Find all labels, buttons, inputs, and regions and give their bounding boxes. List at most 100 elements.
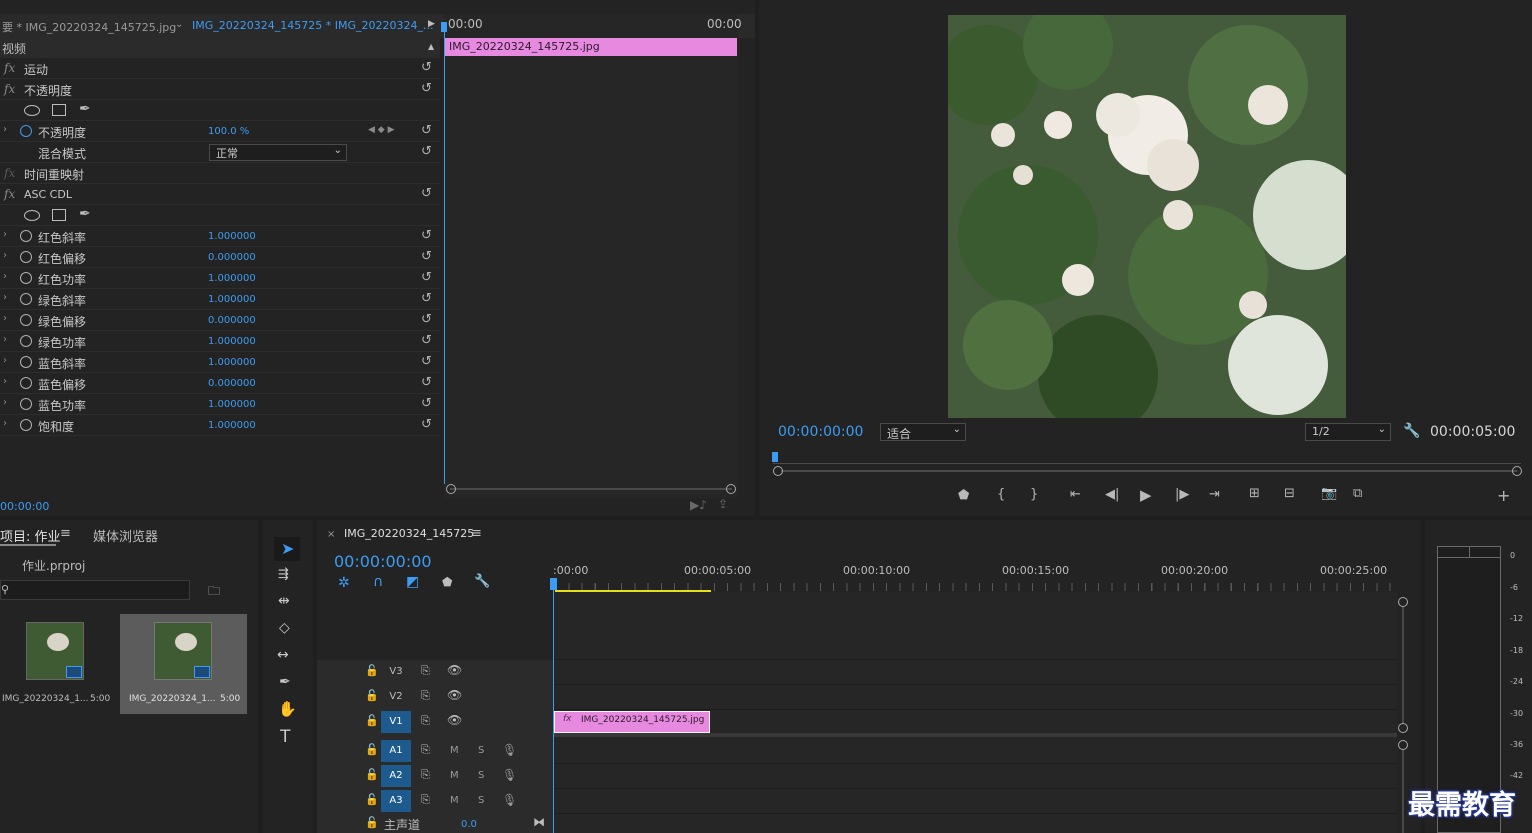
reset-icon[interactable]: ↺ — [421, 123, 432, 138]
param-value[interactable]: 1.000000 — [208, 420, 256, 431]
sync-lock-icon[interactable]: ⎘ — [421, 793, 430, 807]
param-value[interactable]: 1.000000 — [208, 336, 256, 347]
param-value[interactable]: 0.000000 — [208, 252, 256, 263]
effect-row-motion[interactable]: fx 运动 ↺ — [0, 58, 440, 79]
track-target-a3[interactable]: A3 — [381, 790, 411, 812]
wrench-icon[interactable]: 🔧 — [1403, 423, 1420, 439]
pen-mask-icon[interactable]: ✒ — [79, 101, 91, 117]
scroll-handle-right-icon[interactable] — [726, 484, 736, 494]
add-button-icon[interactable]: + — [1497, 486, 1510, 505]
linked-selection-icon[interactable]: ◩ — [406, 574, 419, 590]
param-row[interactable]: › 绿色偏移 0.000000 ↺ — [0, 310, 440, 331]
mini-playhead[interactable] — [444, 24, 445, 484]
hand-tool-icon[interactable]: ✋ — [278, 700, 297, 718]
track-target-v3[interactable]: V3 — [381, 661, 411, 683]
track-header-v3[interactable]: 🔓 V3 ⎘ 👁 — [357, 660, 553, 684]
export-icon[interactable]: ⇪ — [718, 497, 728, 511]
mute-icon[interactable]: M — [450, 795, 459, 806]
selection-tool-icon[interactable]: ➤ — [281, 539, 294, 558]
track-header-a3[interactable]: 🔓 A3 ⎘ M S 🎙 — [357, 789, 553, 813]
lock-icon[interactable]: 🔓 — [365, 743, 379, 756]
filter-icon[interactable]: ▶♪ — [690, 498, 707, 512]
program-ruler[interactable] — [773, 456, 1521, 464]
mark-out-icon[interactable]: } — [1030, 487, 1038, 502]
param-row[interactable]: › 蓝色斜率 1.000000 ↺ — [0, 352, 440, 373]
reset-icon[interactable]: ↺ — [421, 270, 432, 285]
tab-project[interactable]: 项目: 作业 — [0, 526, 61, 545]
video-audio-divider[interactable] — [553, 733, 1397, 737]
video-scrollbar[interactable] — [1402, 607, 1404, 723]
eye-icon[interactable]: 👁 — [447, 713, 462, 727]
reset-icon[interactable]: ↺ — [421, 396, 432, 411]
stopwatch-icon[interactable] — [20, 272, 32, 284]
expand-chevron-icon[interactable]: › — [3, 250, 7, 261]
camera-icon[interactable]: 📷 — [1321, 486, 1337, 501]
scroll-handle-left-icon[interactable] — [446, 484, 456, 494]
voiceover-mic-icon[interactable]: 🎙 — [502, 793, 517, 807]
param-row[interactable]: › 蓝色偏移 0.000000 ↺ — [0, 373, 440, 394]
reset-icon[interactable]: ↺ — [421, 354, 432, 369]
param-value[interactable]: 1.000000 — [208, 357, 256, 368]
extract-icon[interactable]: ⊟ — [1284, 486, 1295, 501]
project-item-selected[interactable]: IMG_20220324_1... 5:00 — [120, 614, 247, 714]
comparison-view-icon[interactable]: ⧉ — [1353, 486, 1362, 501]
param-value[interactable]: 1.000000 — [208, 231, 256, 242]
solo-icon[interactable]: S — [478, 795, 484, 806]
stopwatch-icon[interactable] — [20, 230, 32, 242]
marker-icon[interactable]: ⬟ — [958, 488, 969, 503]
param-row-blend-mode[interactable]: 混合模式 正常 ⌄ ↺ — [0, 142, 440, 163]
track-header-a1[interactable]: 🔓 A1 ⎘ M S 🎙 — [357, 739, 553, 763]
reset-icon[interactable]: ↺ — [421, 249, 432, 264]
track-header-v1[interactable]: 🔓 V1 ⎘ 👁 — [357, 710, 553, 734]
eye-icon[interactable]: 👁 — [447, 663, 462, 677]
rectangle-mask-icon[interactable] — [52, 104, 66, 116]
master-track-value[interactable]: 0.0 — [461, 819, 477, 830]
program-current-time[interactable]: 00:00:00:00 — [778, 424, 863, 440]
effect-row-opacity[interactable]: fx 不透明度 ↺ — [0, 79, 440, 100]
expand-chevron-icon[interactable]: › — [3, 229, 7, 240]
reset-icon[interactable]: ↺ — [421, 417, 432, 432]
timeline-clip[interactable]: fx IMG_20220324_145725.jpg — [554, 711, 710, 733]
stopwatch-icon[interactable] — [20, 293, 32, 305]
expand-chevron-icon[interactable]: › — [3, 397, 7, 408]
scroll-handle-right-icon[interactable] — [1512, 466, 1522, 476]
mini-scrollbar[interactable] — [450, 488, 732, 490]
timeline-playhead[interactable] — [553, 578, 554, 833]
sequence-tab[interactable]: IMG_20220324_145725 — [344, 527, 474, 540]
param-value[interactable]: 0.000000 — [208, 378, 256, 389]
param-value[interactable]: 100.0 % — [208, 126, 249, 137]
stopwatch-icon[interactable] — [20, 356, 32, 368]
video-scroll-bottom-icon[interactable] — [1398, 723, 1408, 733]
zoom-select[interactable]: 适合 ⌄ — [880, 423, 966, 441]
razor-tool-icon[interactable]: ◇ — [279, 620, 290, 636]
timeline-playhead-handle[interactable] — [550, 578, 557, 590]
param-row[interactable]: › 绿色斜率 1.000000 ↺ — [0, 289, 440, 310]
lock-icon[interactable]: 🔓 — [365, 816, 379, 829]
lock-icon[interactable]: 🔓 — [365, 714, 379, 727]
param-row[interactable]: › 红色功率 1.000000 ↺ — [0, 268, 440, 289]
param-row[interactable]: › 饱和度 1.000000 ↺ — [0, 415, 440, 436]
param-row[interactable]: › 蓝色功率 1.000000 ↺ — [0, 394, 440, 415]
param-value[interactable]: 1.000000 — [208, 273, 256, 284]
snap-magnet-icon[interactable]: ∩ — [373, 574, 383, 590]
sync-lock-icon[interactable]: ⎘ — [421, 664, 430, 678]
stopwatch-icon[interactable] — [20, 398, 32, 410]
type-tool-icon[interactable]: T — [280, 727, 290, 747]
mute-icon[interactable]: M — [450, 745, 459, 756]
param-row-opacity[interactable]: › 不透明度 100.0 % ◀ ◆ ▶ ↺ — [0, 121, 440, 142]
blend-mode-select[interactable]: 正常 ⌄ — [209, 144, 347, 161]
go-to-end-icon[interactable]: ⧓ — [533, 815, 545, 829]
timeline-current-time[interactable]: 00:00:00:00 — [334, 552, 432, 571]
param-row[interactable]: › 红色斜率 1.000000 ↺ — [0, 226, 440, 247]
pen-mask-icon[interactable]: ✒ — [79, 206, 91, 222]
voiceover-mic-icon[interactable]: 🎙 — [502, 768, 517, 782]
expand-chevron-icon[interactable]: › — [3, 334, 7, 345]
reset-icon[interactable]: ↺ — [421, 312, 432, 327]
go-to-out-icon[interactable]: ⇥ — [1209, 487, 1220, 502]
pen-tool-icon[interactable]: ✒ — [279, 674, 291, 690]
tab-source[interactable]: 要 * IMG_20220324_145725.jpg — [2, 19, 176, 35]
go-to-in-icon[interactable]: ⇤ — [1070, 487, 1081, 502]
track-select-tool-icon[interactable]: ⇶ — [278, 567, 289, 582]
expand-chevron-icon[interactable]: › — [3, 376, 7, 387]
lock-icon[interactable]: 🔓 — [365, 689, 379, 702]
